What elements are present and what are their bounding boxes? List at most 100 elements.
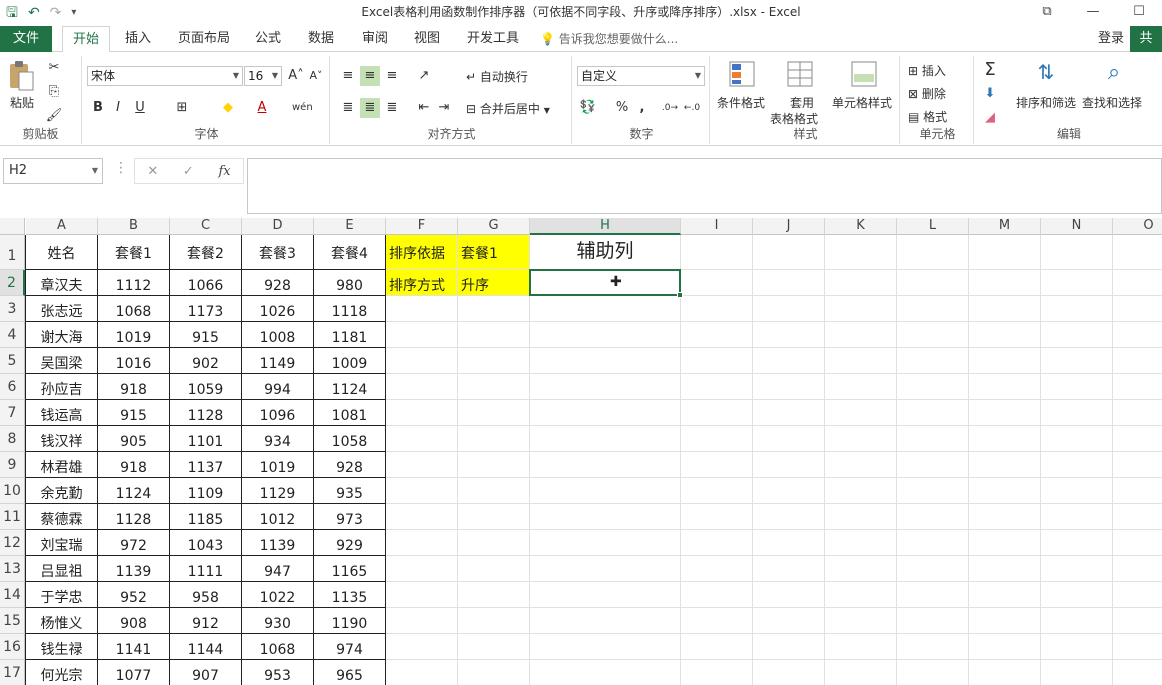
cell-l15[interactable] (897, 608, 969, 634)
cell-h15[interactable] (530, 608, 681, 634)
cell-l12[interactable] (897, 530, 969, 556)
cell-h16[interactable] (530, 634, 681, 660)
cell-d14[interactable]: 1022 (242, 582, 314, 608)
column-header-j[interactable]: J (753, 218, 825, 235)
cell-o14[interactable] (1113, 582, 1162, 608)
cell-n9[interactable] (1041, 452, 1113, 478)
fill-color-icon[interactable]: ◆ (218, 98, 238, 118)
cell-d12[interactable]: 1139 (242, 530, 314, 556)
worksheet-grid[interactable]: A B C D E F G H I J K L M N O 1 2 3 4 5 6 7 8 9 10 11 12 13 14 15 16 17… (0, 218, 1162, 685)
cell-j6[interactable] (753, 374, 825, 400)
cell-i16[interactable] (681, 634, 753, 660)
cell-b15[interactable]: 908 (98, 608, 170, 634)
cell-d9[interactable]: 1019 (242, 452, 314, 478)
cell-n8[interactable] (1041, 426, 1113, 452)
tab-home[interactable]: 开始 (62, 26, 111, 53)
column-header-e[interactable]: E (314, 218, 386, 235)
cell-j9[interactable] (753, 452, 825, 478)
cell-o9[interactable] (1113, 452, 1162, 478)
cell-o5[interactable] (1113, 348, 1162, 374)
cell-n17[interactable] (1041, 660, 1113, 685)
cell-n5[interactable] (1041, 348, 1113, 374)
cell-b16[interactable]: 1141 (98, 634, 170, 660)
align-bottom-icon[interactable]: ≡ (382, 66, 402, 86)
cell-l10[interactable] (897, 478, 969, 504)
tab-developer[interactable]: 开发工具 (457, 26, 529, 52)
cell-o10[interactable] (1113, 478, 1162, 504)
cell-f14[interactable] (386, 582, 458, 608)
insert-function-icon[interactable]: fx (218, 164, 230, 179)
cell-h17[interactable] (530, 660, 681, 685)
wrap-text-button[interactable]: ↵ 自动换行 (466, 68, 528, 85)
cell-l2[interactable] (897, 270, 969, 296)
find-select-icon[interactable]: ⌕ (1100, 60, 1128, 88)
fill-icon[interactable]: ⬇ (980, 84, 1000, 104)
cell-l6[interactable] (897, 374, 969, 400)
cell-i8[interactable] (681, 426, 753, 452)
align-top-icon[interactable]: ≡ (338, 66, 358, 86)
cell-l7[interactable] (897, 400, 969, 426)
cell-a7[interactable]: 钱运高 (26, 400, 98, 426)
maximize-icon[interactable]: ☐ (1116, 0, 1162, 26)
cell-m9[interactable] (969, 452, 1041, 478)
cell-k11[interactable] (825, 504, 897, 530)
cell-o16[interactable] (1113, 634, 1162, 660)
cell-i1[interactable] (681, 235, 753, 270)
cell-a5[interactable]: 吴国梁 (26, 348, 98, 374)
cell-m4[interactable] (969, 322, 1041, 348)
cell-b17[interactable]: 1077 (98, 660, 170, 685)
cell-g3[interactable] (458, 296, 530, 322)
cell-b13[interactable]: 1139 (98, 556, 170, 582)
row-header-17[interactable]: 17 (0, 660, 25, 685)
cell-f8[interactable] (386, 426, 458, 452)
cell-k14[interactable] (825, 582, 897, 608)
cell-g4[interactable] (458, 322, 530, 348)
column-header-a[interactable]: A (26, 218, 98, 235)
cell-m16[interactable] (969, 634, 1041, 660)
cell-o6[interactable] (1113, 374, 1162, 400)
cell-o11[interactable] (1113, 504, 1162, 530)
cell-h8[interactable] (530, 426, 681, 452)
row-header-10[interactable]: 10 (0, 478, 25, 504)
cell-a16[interactable]: 钱生禄 (26, 634, 98, 660)
cell-c12[interactable]: 1043 (170, 530, 242, 556)
share-button[interactable]: 共 (1130, 26, 1162, 52)
cell-l4[interactable] (897, 322, 969, 348)
row-header-6[interactable]: 6 (0, 374, 25, 400)
cell-l17[interactable] (897, 660, 969, 685)
cell-l16[interactable] (897, 634, 969, 660)
cell-j7[interactable] (753, 400, 825, 426)
cell-j14[interactable] (753, 582, 825, 608)
row-header-5[interactable]: 5 (0, 348, 25, 374)
cell-j17[interactable] (753, 660, 825, 685)
cell-k13[interactable] (825, 556, 897, 582)
cell-d7[interactable]: 1096 (242, 400, 314, 426)
cell-e1[interactable]: 套餐4 (314, 235, 386, 270)
column-header-o[interactable]: O (1113, 218, 1162, 235)
cell-e5[interactable]: 1009 (314, 348, 386, 374)
cell-f11[interactable] (386, 504, 458, 530)
cell-e11[interactable]: 973 (314, 504, 386, 530)
cell-o8[interactable] (1113, 426, 1162, 452)
cell-o13[interactable] (1113, 556, 1162, 582)
cell-n15[interactable] (1041, 608, 1113, 634)
paste-button[interactable]: 粘贴 (10, 94, 34, 111)
tab-formulas[interactable]: 公式 (245, 26, 291, 52)
decrease-decimal-icon[interactable]: ←.0 (682, 98, 702, 118)
cell-m3[interactable] (969, 296, 1041, 322)
phonetic-button[interactable]: wén (292, 98, 313, 118)
format-painter-icon[interactable]: 🖌 (44, 106, 64, 126)
cell-c9[interactable]: 1137 (170, 452, 242, 478)
cell-c3[interactable]: 1173 (170, 296, 242, 322)
row-header-14[interactable]: 14 (0, 582, 25, 608)
paste-icon[interactable] (8, 60, 36, 91)
cell-b5[interactable]: 1016 (98, 348, 170, 374)
insert-cells-button[interactable]: ⊞ 插入 (908, 62, 946, 79)
column-header-f[interactable]: F (386, 218, 458, 235)
cell-d8[interactable]: 934 (242, 426, 314, 452)
cell-b6[interactable]: 918 (98, 374, 170, 400)
cell-f16[interactable] (386, 634, 458, 660)
cell-j5[interactable] (753, 348, 825, 374)
delete-cells-button[interactable]: ⊠ 删除 (908, 85, 946, 102)
cell-g6[interactable] (458, 374, 530, 400)
